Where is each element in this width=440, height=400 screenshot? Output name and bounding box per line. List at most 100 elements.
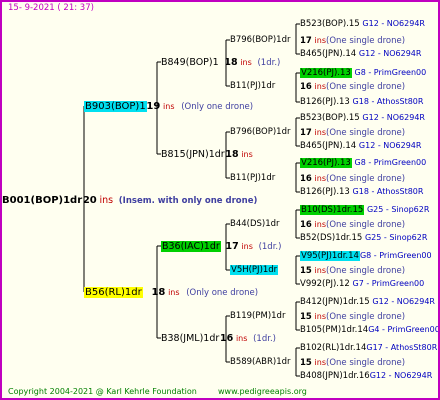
gen1-queen-1-ins-count: 19 bbox=[146, 101, 161, 112]
gen2-queen-2-ins-count: 18 bbox=[225, 149, 239, 160]
gen3-queen-4-ins-count: 16 bbox=[300, 174, 312, 184]
gen3-queen-5-ins: 16 ins(One single drone) bbox=[300, 219, 405, 231]
gen4-queen-11-name: V95(PJ)1dr.14 bbox=[300, 251, 360, 261]
gen3-queen-5-note: (One single drone) bbox=[326, 220, 406, 230]
gen4-queen-13-info: G12 - NO6294R bbox=[372, 297, 435, 306]
gen3-queen-4-ins: 16 ins(One single drone) bbox=[300, 173, 405, 185]
gen4-queen-3-name: V216(PJ).13 bbox=[300, 68, 352, 78]
gen1-queen-1-name: B903(BOP)1 bbox=[84, 101, 147, 112]
gen3-queen-3-ins: 17 ins(One single drone) bbox=[300, 127, 405, 139]
gen2-queen-4-note: (1dr.) bbox=[253, 334, 276, 344]
gen3-queen-5-ins-label: ins bbox=[314, 220, 327, 229]
gen4-queen-15-info: G17 - AthosSt80R bbox=[366, 343, 438, 352]
gen3-queen-8-ins-count: 15 bbox=[300, 358, 312, 368]
gen2-queen-3-note: (1dr.) bbox=[258, 242, 282, 252]
gen4-queen-14-name: B105(PM)1dr.14 bbox=[300, 325, 369, 335]
gen2-queen-3-name: B36(IAC)1dr bbox=[161, 241, 221, 252]
gen3-queen-4-name: B11(PJ)1dr bbox=[230, 173, 276, 183]
gen2-queen-4[interactable]: B38(JML)1dr 16 ins (1dr.) bbox=[161, 333, 276, 345]
gen3-queen-4-ins-label: ins bbox=[314, 174, 327, 183]
gen4-queen-15-name: B102(RL)1dr.14 bbox=[300, 343, 367, 353]
gen4-queen-6-info: G12 - NO6294R bbox=[358, 141, 422, 150]
gen3-queen-2[interactable]: B11(PJ)1dr bbox=[230, 81, 275, 92]
root-queen-ins-count: 20 bbox=[82, 195, 97, 206]
gen3-queen-8-name: B589(ABR)1dr bbox=[230, 357, 291, 367]
gen4-queen-6[interactable]: B465(JPN).14 G12 - NO6294R bbox=[300, 140, 421, 152]
gen2-queen-4-ins-count: 16 bbox=[220, 333, 234, 344]
gen3-queen-5[interactable]: B44(DS)1dr bbox=[230, 219, 280, 230]
gen3-queen-1[interactable]: B796(BOP)1dr bbox=[230, 35, 290, 46]
gen2-queen-2-ins-label: ins bbox=[241, 150, 253, 159]
gen4-queen-10-name: B52(DS)1dr.15 bbox=[300, 233, 363, 243]
gen3-queen-4-note: (One single drone) bbox=[326, 174, 406, 184]
gen3-queen-3-note: (One single drone) bbox=[326, 128, 406, 138]
gen2-queen-1-note: (1dr.) bbox=[257, 58, 281, 68]
gen4-queen-11-info: G8 - PrimGreen00 bbox=[359, 251, 432, 260]
root-queen-name: B001(BOP)1dr bbox=[2, 195, 83, 206]
gen3-queen-7-ins-label: ins bbox=[314, 312, 327, 321]
pedigree-chart: 15- 9-2021 ( 21: 37) B001(BOP)1dr 20 ins… bbox=[0, 0, 440, 400]
gen4-queen-2[interactable]: B465(JPN).14 G12 - NO6294R bbox=[300, 48, 421, 60]
gen4-queen-8-info: G18 - AthosSt80R bbox=[352, 187, 424, 196]
gen3-queen-2-ins-label: ins bbox=[314, 82, 327, 91]
gen4-queen-9-info: G25 - Sinop62R bbox=[366, 205, 430, 214]
gen4-queen-10[interactable]: B52(DS)1dr.15 G25 - Sinop62R bbox=[300, 232, 427, 244]
gen4-queen-1[interactable]: B523(BOP).15 G12 - NO6294R bbox=[300, 18, 425, 30]
gen4-queen-7[interactable]: V216(PJ).13 G8 - PrimGreen00 bbox=[300, 157, 426, 169]
gen3-queen-1-ins-count: 17 bbox=[300, 36, 312, 46]
gen3-queen-3-ins-count: 17 bbox=[300, 128, 312, 138]
gen4-queen-5[interactable]: B523(BOP).15 G12 - NO6294R bbox=[300, 112, 425, 124]
gen2-queen-1-ins-count: 18 bbox=[224, 57, 238, 68]
gen3-queen-5-ins-count: 16 bbox=[300, 220, 312, 230]
gen4-queen-9[interactable]: B10(DS)1dr.15 G25 - Sinop62R bbox=[300, 204, 429, 216]
gen4-queen-4-name: B126(PJ).13 bbox=[300, 97, 350, 107]
gen1-queen-1-ins-label: ins bbox=[163, 102, 175, 111]
gen2-queen-3[interactable]: B36(IAC)1dr 17 ins (1dr.) bbox=[161, 241, 281, 253]
gen3-queen-6-ins-label: ins bbox=[314, 266, 327, 275]
gen1-queen-1[interactable]: B903(BOP)1 19 ins (Only one drone) bbox=[84, 100, 253, 113]
footer-site-link[interactable]: www.pedigreeapis.org bbox=[218, 386, 307, 397]
gen4-queen-14-info: G4 - PrimGreen00 bbox=[368, 325, 440, 334]
gen4-queen-7-info: G8 - PrimGreen00 bbox=[354, 158, 427, 167]
gen3-queen-6-name: V5H(PJ)1dr bbox=[230, 265, 279, 275]
gen4-queen-16-info: G12 - NO6294R bbox=[369, 371, 433, 380]
gen2-queen-2-name: B815(JPN)1dr bbox=[161, 149, 225, 160]
gen4-queen-14[interactable]: B105(PM)1dr.14G4 - PrimGreen00 bbox=[300, 324, 440, 336]
gen3-queen-7-ins-count: 15 bbox=[300, 312, 312, 322]
gen4-queen-1-info: G12 - NO6294R bbox=[362, 19, 425, 28]
gen4-queen-3[interactable]: V216(PJ).13 G8 - PrimGreen00 bbox=[300, 67, 426, 79]
gen3-queen-1-name: B796(BOP)1dr bbox=[230, 35, 291, 45]
gen3-queen-1-note: (One single drone) bbox=[326, 36, 406, 46]
gen1-queen-2[interactable]: B56(RL)1dr 18 ins (Only one drone) bbox=[84, 286, 258, 299]
gen3-queen-3[interactable]: B796(BOP)1dr bbox=[230, 127, 290, 138]
gen4-queen-2-name: B465(JPN).14 bbox=[300, 49, 357, 59]
gen1-queen-2-ins-label: ins bbox=[168, 288, 180, 297]
gen4-queen-8[interactable]: B126(PJ).13 G18 - AthosSt80R bbox=[300, 186, 423, 198]
gen1-queen-2-name: B56(RL)1dr bbox=[84, 287, 143, 298]
gen4-queen-12-name: V992(PJ).12 bbox=[300, 279, 350, 289]
gen1-queen-2-note: (Only one drone) bbox=[186, 288, 259, 298]
gen4-queen-16[interactable]: B408(JPN)1dr.16G12 - NO6294R bbox=[300, 370, 432, 382]
gen4-queen-13-name: B412(JPN)1dr.15 bbox=[300, 297, 370, 307]
gen3-queen-1-ins: 17 ins(One single drone) bbox=[300, 35, 405, 47]
gen3-queen-6[interactable]: V5H(PJ)1dr bbox=[230, 265, 279, 276]
gen4-queen-11[interactable]: V95(PJ)1dr.14G8 - PrimGreen00 bbox=[300, 250, 432, 262]
gen4-queen-13[interactable]: B412(JPN)1dr.15 G12 - NO6294R bbox=[300, 296, 435, 308]
gen3-queen-2-name: B11(PJ)1dr bbox=[230, 81, 276, 91]
gen3-queen-8-ins-label: ins bbox=[314, 358, 327, 367]
gen4-queen-5-name: B523(BOP).15 bbox=[300, 113, 360, 123]
gen3-queen-8[interactable]: B589(ABR)1dr bbox=[230, 357, 291, 368]
gen2-queen-2[interactable]: B815(JPN)1dr 18 ins bbox=[161, 149, 253, 161]
gen4-queen-12[interactable]: V992(PJ).12 G7 - PrimGreen00 bbox=[300, 278, 424, 290]
gen2-queen-1[interactable]: B849(BOP)1 18 ins (1dr.) bbox=[161, 57, 280, 69]
gen3-queen-8-note: (One single drone) bbox=[326, 358, 406, 368]
gen3-queen-3-ins-label: ins bbox=[314, 128, 327, 137]
gen3-queen-7[interactable]: B119(PM)1dr bbox=[230, 311, 285, 322]
gen4-queen-4[interactable]: B126(PJ).13 G18 - AthosSt80R bbox=[300, 96, 423, 108]
gen4-queen-1-name: B523(BOP).15 bbox=[300, 19, 360, 29]
gen4-queen-10-info: G25 - Sinop62R bbox=[364, 233, 428, 242]
gen3-queen-7-name: B119(PM)1dr bbox=[230, 311, 286, 321]
gen3-queen-4[interactable]: B11(PJ)1dr bbox=[230, 173, 275, 184]
gen4-queen-15[interactable]: B102(RL)1dr.14G17 - AthosSt80R bbox=[300, 342, 437, 354]
root-queen[interactable]: B001(BOP)1dr 20 ins (Insem. with only on… bbox=[2, 194, 257, 207]
